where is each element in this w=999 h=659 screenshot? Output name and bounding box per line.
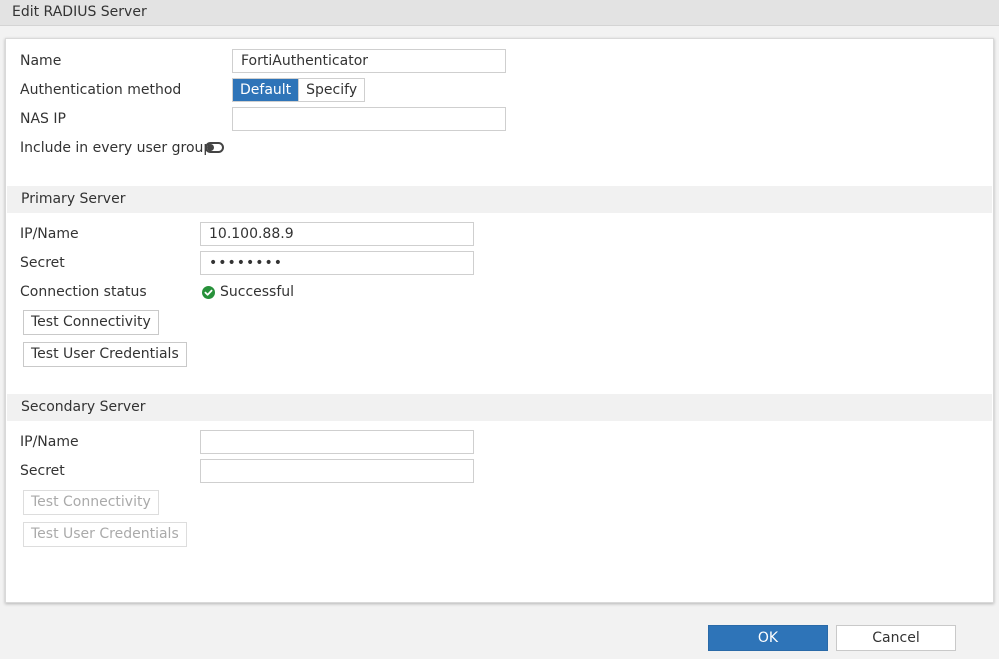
success-check-icon [202, 285, 215, 299]
primary-ip-field[interactable]: 10.100.88.9 [200, 222, 474, 246]
nas-ip-label: NAS IP [20, 111, 66, 127]
dialog-title-bar: Edit RADIUS Server [0, 0, 999, 26]
secondary-test-user-credentials-button: Test User Credentials [23, 522, 187, 547]
primary-test-connectivity-button[interactable]: Test Connectivity [23, 310, 159, 335]
name-field[interactable]: FortiAuthenticator [232, 49, 506, 73]
name-label: Name [20, 53, 62, 69]
auth-method-specify[interactable]: Specify [298, 79, 365, 101]
primary-secret-field[interactable]: •••••••• [200, 251, 474, 275]
settings-panel: Name FortiAuthenticator Authentication m… [5, 38, 994, 603]
primary-ip-label: IP/Name [20, 226, 79, 242]
connection-status-text: Successful [220, 284, 295, 300]
connection-status-label: Connection status [20, 284, 147, 300]
include-user-group-label: Include in every user group [20, 140, 213, 156]
primary-secret-label: Secret [20, 255, 65, 271]
primary-test-user-credentials-button[interactable]: Test User Credentials [23, 342, 187, 367]
secondary-server-header: Secondary Server [7, 394, 992, 421]
secondary-secret-label: Secret [20, 463, 65, 479]
cancel-button[interactable]: Cancel [836, 625, 956, 651]
nas-ip-field[interactable] [232, 107, 506, 131]
auth-method-label: Authentication method [20, 82, 182, 98]
include-user-group-toggle[interactable] [205, 142, 224, 153]
auth-method-selector: Default Specify [232, 78, 366, 102]
primary-server-heading: Primary Server [21, 191, 126, 207]
auth-method-default[interactable]: Default [233, 79, 299, 101]
secondary-ip-label: IP/Name [20, 434, 79, 450]
ok-button[interactable]: OK [708, 625, 828, 651]
toggle-knob [207, 144, 214, 151]
primary-server-header: Primary Server [7, 186, 992, 213]
connection-status: Successful [202, 284, 294, 300]
secondary-ip-field[interactable] [200, 430, 474, 454]
secondary-secret-field[interactable] [200, 459, 474, 483]
dialog-title: Edit RADIUS Server [12, 4, 147, 20]
secondary-server-heading: Secondary Server [21, 399, 146, 415]
secondary-test-connectivity-button: Test Connectivity [23, 490, 159, 515]
